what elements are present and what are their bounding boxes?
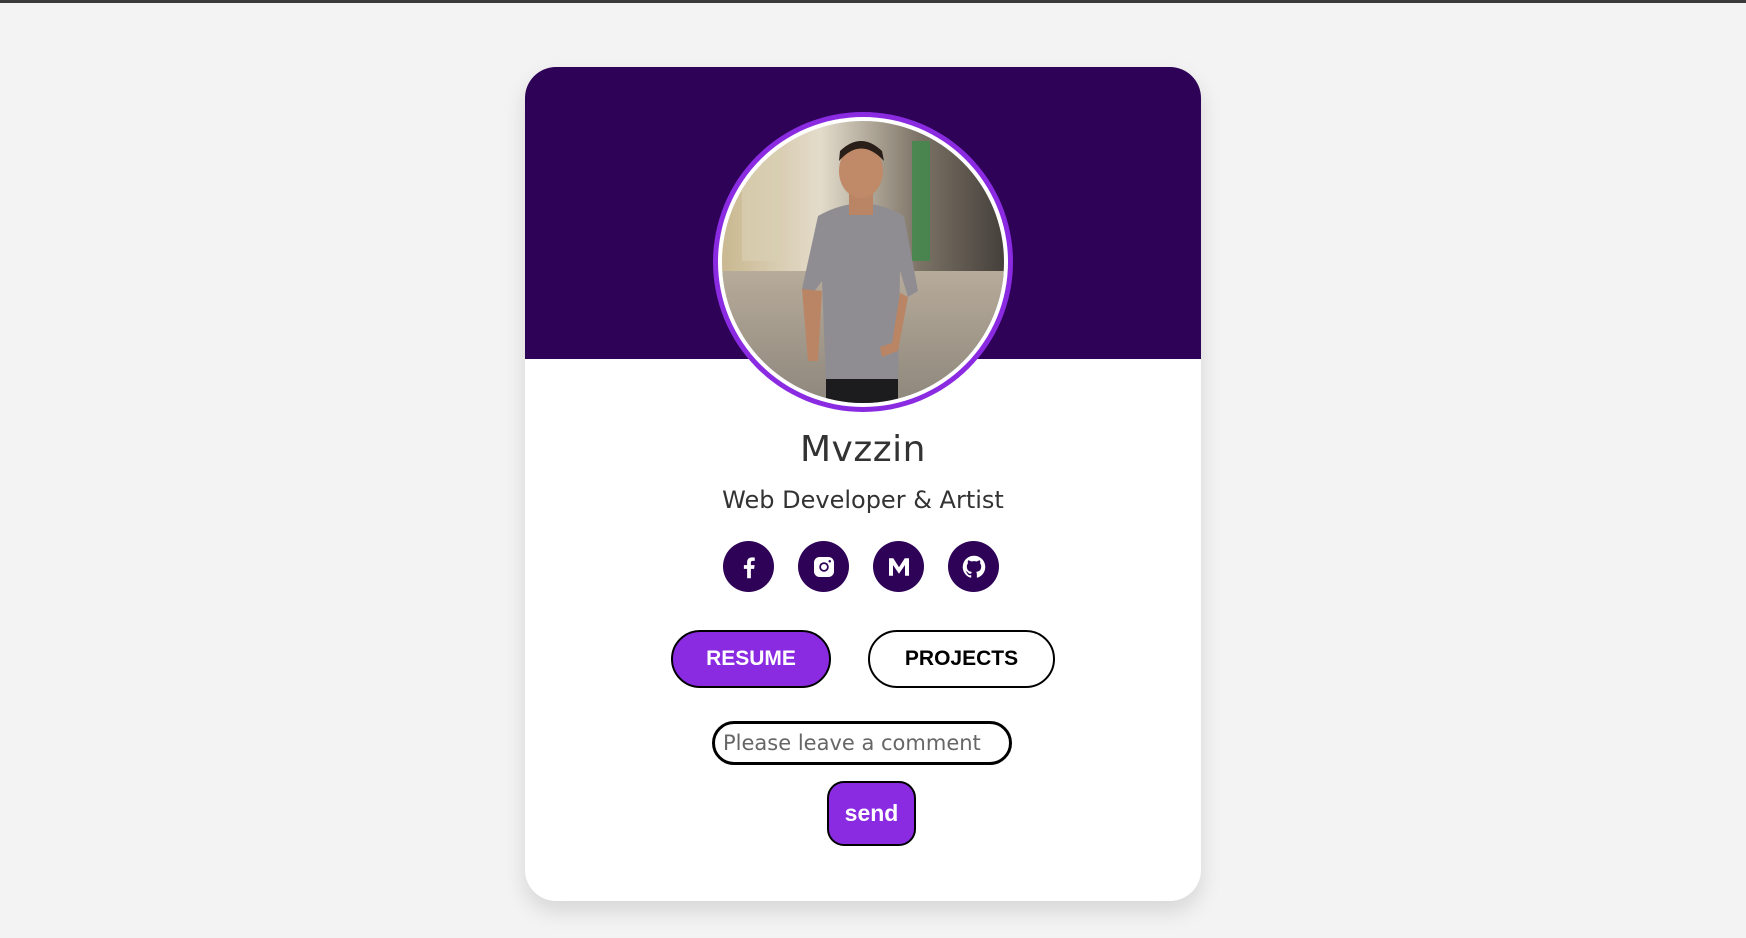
instagram-icon [813,556,834,577]
facebook-icon [743,556,755,578]
social-links [723,541,1003,593]
medium-icon [888,557,909,576]
profile-card: Mvzzin Web Developer & Artist RESUME PRO… [525,67,1201,901]
github-icon [962,555,985,578]
facebook-link[interactable] [723,541,774,592]
profile-name: Mvzzin [800,429,926,470]
instagram-link[interactable] [798,541,849,592]
profile-role: Web Developer & Artist [722,486,1004,514]
github-link[interactable] [948,541,999,592]
window-top-border [0,0,1746,3]
projects-button[interactable]: PROJECTS [868,630,1055,688]
send-button[interactable]: send [827,781,916,846]
resume-button[interactable]: RESUME [671,630,831,688]
avatar [718,117,1008,407]
avatar-photo [722,121,1004,403]
avatar-ring [713,112,1013,412]
medium-link[interactable] [873,541,924,592]
comment-input[interactable] [712,721,1012,765]
